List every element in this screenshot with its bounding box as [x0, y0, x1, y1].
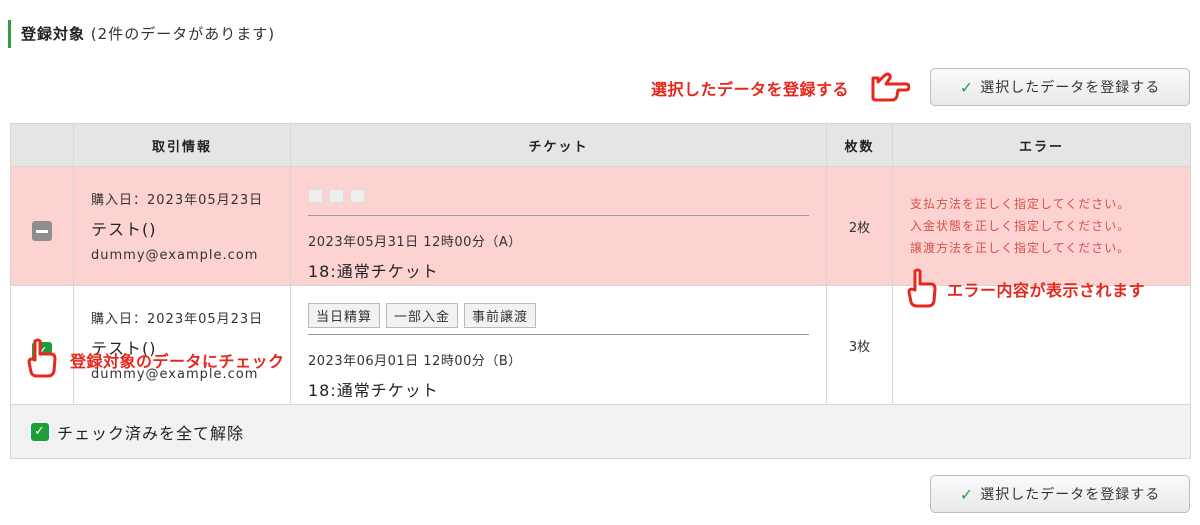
divider: [308, 215, 809, 216]
clear-all-label: チェック済みを全て解除: [57, 423, 245, 443]
ticket-datetime: 2023年06月01日 12時00分（B）: [308, 354, 522, 369]
pointing-hand-icon: [871, 72, 910, 102]
ticket-name: 18:通常チケット: [308, 262, 439, 281]
register-selected-label: 選択したデータを登録する: [980, 487, 1161, 503]
divider: [308, 334, 809, 335]
customer-name: テスト(): [91, 220, 157, 239]
error-messages: [892, 285, 1191, 405]
register-selected-button[interactable]: ✓ 選択したデータを登録する: [930, 68, 1190, 106]
empty-tag: [308, 189, 323, 203]
header-checkbox: [10, 123, 74, 167]
error-message: 入金状態を正しく指定してください。: [910, 219, 1131, 233]
tag-partial-payment: 一部入金: [386, 302, 459, 328]
tag-same-day-payment: 当日精算: [308, 302, 381, 328]
header-error: エラー: [892, 123, 1191, 167]
header-transaction: 取引情報: [73, 123, 291, 167]
header-quantity: 枚数: [826, 123, 893, 167]
register-selected-label: 選択したデータを登録する: [980, 80, 1161, 96]
annotation-error-display: エラー内容が表示されます: [947, 281, 1146, 300]
ticket-tags: 当日精算 一部入金 事前譲渡: [308, 302, 809, 328]
section-title-label: 登録対象: [21, 25, 86, 43]
ticket-datetime: 2023年05月31日 12時00分（A）: [308, 235, 522, 250]
disabled-checkbox[interactable]: [32, 221, 52, 241]
transaction-info: 購入日：2023年05月23日 テスト() dummy@example.com: [73, 166, 291, 286]
check-icon: ✓: [959, 484, 975, 504]
clear-all-checkbox[interactable]: ✓: [31, 422, 49, 441]
error-message: 支払方法を正しく指定してください。: [910, 197, 1131, 211]
pointing-hand-icon: [27, 338, 57, 378]
transaction-info: 購入日：2023年05月23日 テスト() dummy@example.com: [73, 285, 291, 405]
error-message: 譲渡方法を正しく指定してください。: [910, 241, 1131, 255]
ticket-tags: [308, 184, 809, 208]
table-row: ✓ 購入日：2023年05月23日 テスト() dummy@example.co…: [10, 285, 1191, 405]
purchase-date: 購入日：2023年05月23日: [91, 312, 264, 327]
empty-tag: [329, 189, 344, 203]
annotation-check-target: 登録対象のデータにチェック: [70, 352, 285, 371]
purchase-date: 購入日：2023年05月23日: [91, 193, 264, 208]
ticket-info: 2023年05月31日 12時00分（A） 18:通常チケット: [290, 166, 827, 286]
register-selected-button-bottom[interactable]: ✓ 選択したデータを登録する: [930, 475, 1190, 513]
tag-advance-transfer: 事前譲渡: [464, 302, 537, 328]
section-title: 登録対象 (2件のデータがあります): [8, 20, 275, 48]
empty-tag: [350, 189, 365, 203]
header-ticket: チケット: [290, 123, 827, 167]
record-count: (2件のデータがあります): [90, 25, 276, 43]
ticket-name: 18:通常チケット: [308, 381, 439, 400]
ticket-info: 当日精算 一部入金 事前譲渡 2023年06月01日 12時00分（B） 18:…: [290, 285, 827, 405]
clear-all-checks[interactable]: ✓ チェック済みを全て解除: [31, 420, 1190, 444]
ticket-quantity: 3枚: [826, 285, 893, 405]
pointing-hand-icon: [907, 268, 937, 308]
table-footer: ✓ チェック済みを全て解除: [10, 404, 1191, 459]
annotation-register: 選択したデータを登録する: [651, 80, 850, 99]
table-row: 購入日：2023年05月23日 テスト() dummy@example.com …: [10, 166, 1191, 286]
error-messages: 支払方法を正しく指定してください。 入金状態を正しく指定してください。 譲渡方法…: [892, 166, 1191, 286]
check-icon: ✓: [959, 77, 975, 97]
ticket-quantity: 2枚: [826, 166, 893, 286]
customer-email: dummy@example.com: [91, 248, 259, 263]
